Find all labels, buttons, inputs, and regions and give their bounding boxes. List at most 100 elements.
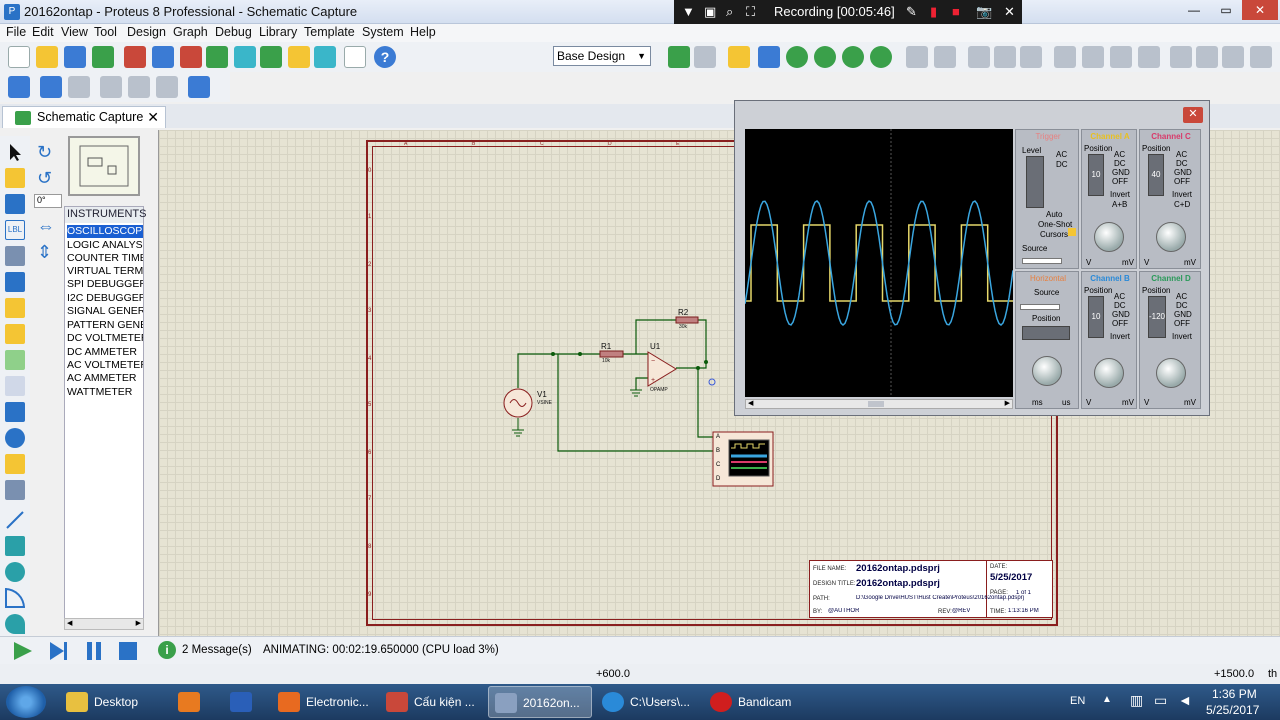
gerber-icon[interactable] (234, 46, 256, 68)
decompose-icon[interactable] (1222, 46, 1244, 68)
virtual-instruments-icon[interactable] (5, 480, 25, 500)
instrument-item-spi-debugger[interactable]: SPI DEBUGGER (67, 278, 143, 291)
new-file-icon[interactable] (8, 46, 30, 68)
instrument-item-wattmeter[interactable]: WATTMETER (67, 386, 143, 399)
open-folder-icon[interactable] (36, 46, 58, 68)
zoom-all-icon[interactable] (842, 46, 864, 68)
clock-time[interactable]: 1:36 PM (1212, 687, 1257, 701)
origin-icon[interactable] (728, 46, 750, 68)
pick-device-icon[interactable] (1170, 46, 1192, 68)
messages-count[interactable]: 2 Message(s) (182, 644, 252, 656)
refresh-icon[interactable] (668, 46, 690, 68)
channel-c-gain-knob[interactable] (1156, 222, 1186, 252)
line-icon[interactable] (5, 510, 25, 530)
component-mode-icon[interactable] (5, 168, 25, 188)
taskbar-item-word[interactable] (224, 686, 268, 718)
cursors-button[interactable] (1068, 228, 1076, 236)
instruments-scrollbar[interactable]: ◀ ▶ (64, 618, 144, 630)
help-icon[interactable]: ? (374, 46, 396, 68)
battery-icon[interactable]: ▭ (1154, 692, 1167, 709)
block-delete-icon[interactable] (1138, 46, 1160, 68)
timebase-knob[interactable] (1032, 356, 1062, 386)
mirror-vertical-icon[interactable]: ⇕ (37, 242, 57, 262)
circle-icon[interactable] (5, 562, 25, 582)
close-button[interactable]: ✕ (1242, 0, 1278, 20)
generator-icon[interactable] (5, 428, 25, 448)
taskbar-item-media-player[interactable] (172, 686, 210, 718)
instrument-item-virtual-terminal[interactable]: VIRTUAL TERMINAL (67, 265, 143, 278)
binoculars-icon[interactable] (40, 76, 62, 98)
taskbar-item-powerpoint[interactable]: Cấu kiện ... (380, 686, 484, 718)
language-indicator[interactable]: EN (1070, 695, 1085, 707)
pencil-icon[interactable]: ✎ (906, 4, 917, 20)
instrument-item-oscilloscope[interactable]: OSCILLOSCOPE (67, 225, 143, 238)
bom-icon[interactable] (260, 46, 282, 68)
device-pins-icon[interactable] (5, 350, 25, 370)
menu-design[interactable]: Design (127, 25, 166, 39)
instrument-item-signal-generator[interactable]: SIGNAL GENERATOR (67, 305, 143, 318)
info-icon[interactable]: i (158, 641, 176, 659)
stop-record-icon[interactable]: ■ (952, 4, 960, 19)
trigger-source-indicator[interactable] (1022, 258, 1062, 264)
taskbar-item-explorer[interactable]: C:\Users\... (596, 686, 700, 718)
close-icon[interactable]: ✕ (1004, 4, 1015, 20)
tray-expand-icon[interactable]: ▲ (1102, 694, 1112, 705)
buses-icon[interactable] (5, 272, 25, 292)
rotate-anticlockwise-icon[interactable]: ↺ (37, 168, 57, 188)
menu-graph[interactable]: Graph (173, 25, 208, 39)
chevron-left-icon[interactable]: ◀ (748, 399, 753, 407)
instrument-item-ac-voltmeter[interactable]: AC VOLTMETER (67, 359, 143, 372)
close-icon[interactable]: ✕ (147, 109, 159, 126)
pause-button[interactable] (84, 641, 106, 664)
undo-icon[interactable] (906, 46, 928, 68)
tab-schematic-capture[interactable]: Schematic Capture ✕ (2, 106, 166, 128)
menu-template[interactable]: Template (304, 25, 355, 39)
arc-icon[interactable] (5, 588, 25, 608)
zoom-in-icon[interactable] (786, 46, 808, 68)
search-icon[interactable]: ⌕ (726, 4, 733, 20)
horizontal-position-slider[interactable] (1022, 326, 1070, 340)
stop-button[interactable] (118, 641, 140, 664)
instrument-item-counter-timer[interactable]: COUNTER TIMER (67, 252, 143, 265)
terminals-icon[interactable] (5, 324, 25, 344)
instrument-item-ac-ammeter[interactable]: AC AMMETER (67, 372, 143, 385)
graph-mode-icon[interactable] (5, 376, 25, 396)
path-icon[interactable] (5, 614, 25, 634)
redo-icon[interactable] (934, 46, 956, 68)
horizontal-source-indicator[interactable] (1020, 304, 1060, 310)
menu-edit[interactable]: Edit (32, 25, 54, 39)
menu-view[interactable]: View (61, 25, 88, 39)
make-device-icon[interactable] (1196, 46, 1218, 68)
schematic-icon[interactable] (152, 46, 174, 68)
menu-tool[interactable]: Tool (94, 25, 117, 39)
step-button[interactable] (48, 641, 70, 664)
menu-file[interactable]: File (6, 25, 26, 39)
cost-icon[interactable] (288, 46, 310, 68)
new-sheet-icon[interactable] (100, 76, 122, 98)
3d-viewer-icon[interactable] (206, 46, 228, 68)
crop-icon[interactable]: ⛶ (746, 4, 755, 20)
rotation-angle-field[interactable]: 0° (34, 194, 62, 208)
voltage-probe-icon[interactable] (5, 454, 25, 474)
cut-icon[interactable] (968, 46, 990, 68)
menu-help[interactable]: Help (410, 25, 436, 39)
search-tagged-icon[interactable] (8, 76, 30, 98)
close-icon[interactable]: ✕ (1183, 107, 1203, 123)
source-code-icon[interactable] (314, 46, 336, 68)
subcircuit-icon[interactable] (5, 298, 25, 318)
save-icon[interactable] (64, 46, 86, 68)
taskbar-item-proteus[interactable]: 20162on... (488, 686, 592, 718)
notes-icon[interactable] (344, 46, 366, 68)
pause-record-icon[interactable]: ▮ (930, 4, 937, 20)
camera-icon[interactable]: 📷 (976, 4, 992, 20)
wire-autorouter-icon[interactable] (1250, 46, 1272, 68)
channel-d-gain-knob[interactable] (1156, 358, 1186, 388)
level-slider[interactable] (1026, 156, 1044, 208)
selection-mode-icon[interactable] (5, 142, 25, 162)
property-assignment-icon[interactable] (68, 76, 90, 98)
volume-icon[interactable]: ◄ (1178, 692, 1192, 708)
menu-system[interactable]: System (362, 25, 404, 39)
start-button[interactable] (6, 686, 46, 718)
instrument-item-dc-voltmeter[interactable]: DC VOLTMETER (67, 332, 143, 345)
mirror-horizontal-icon[interactable]: ⇔ (37, 216, 57, 236)
